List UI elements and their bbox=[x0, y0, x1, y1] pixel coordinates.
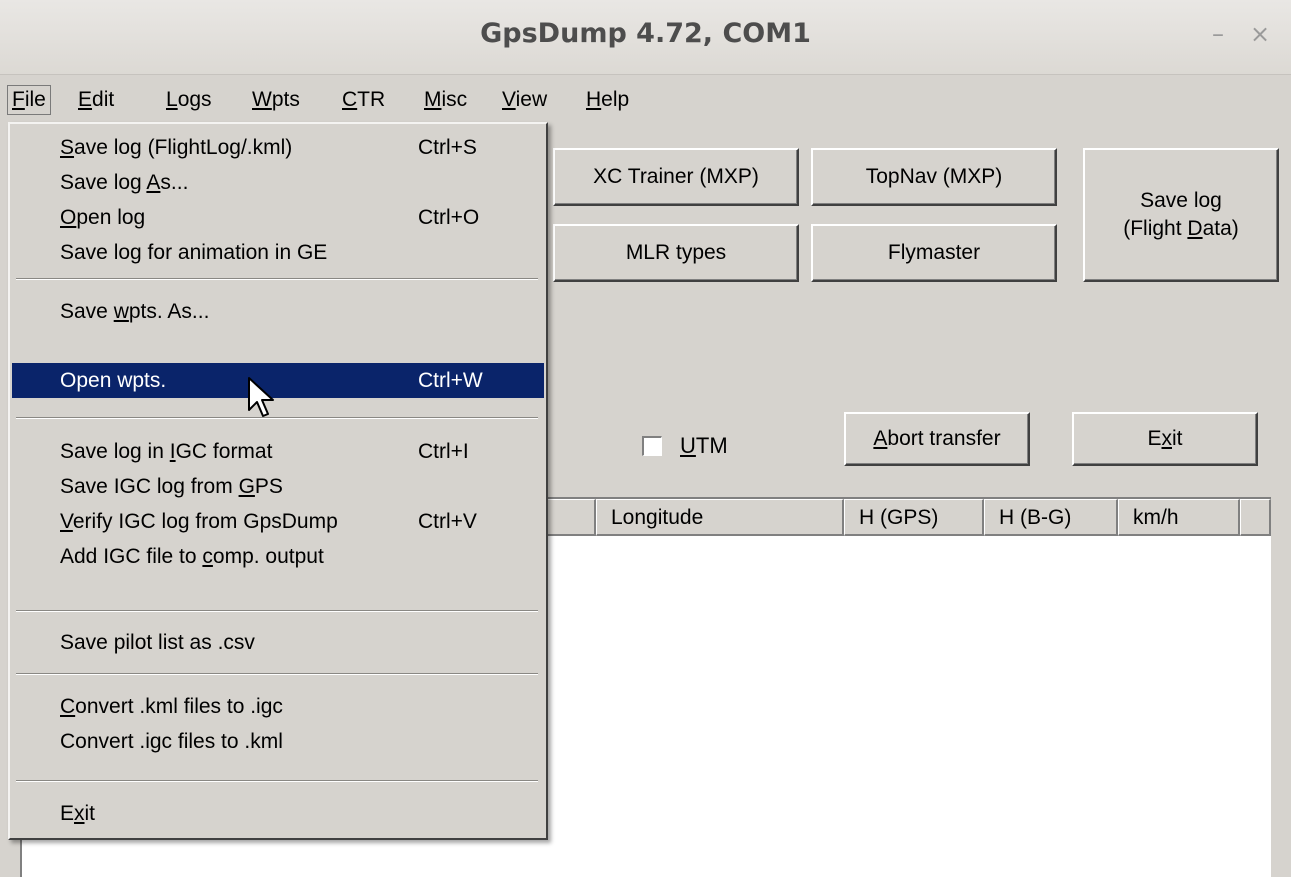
menu-file[interactable]: File bbox=[7, 85, 51, 115]
mouse-pointer-icon bbox=[248, 377, 274, 417]
minimize-button[interactable]: – bbox=[1212, 20, 1224, 48]
menu-separator bbox=[16, 417, 538, 419]
menu-item-save-log-animation[interactable]: Save log for animation in GE bbox=[12, 235, 544, 270]
column-header-filler bbox=[1240, 499, 1271, 536]
menu-item-save-igc-from-gps[interactable]: Save IGC log from GPS bbox=[12, 469, 544, 504]
menu-item-add-igc-comp[interactable]: Add IGC file to comp. output bbox=[12, 539, 544, 574]
title-bar[interactable]: GpsDump 4.72, COM1 – × bbox=[0, 0, 1291, 75]
menu-separator bbox=[16, 278, 538, 280]
menu-misc[interactable]: Misc bbox=[422, 88, 469, 112]
abort-transfer-button[interactable]: Abort transfer bbox=[844, 412, 1030, 466]
save-log-line1: Save log bbox=[1140, 189, 1222, 212]
menu-separator bbox=[16, 780, 538, 782]
exit-button[interactable]: Ex it bbox=[1072, 412, 1258, 466]
menu-bar: File Edit Logs Wpts CTR Misc View Help bbox=[0, 80, 1291, 120]
column-header-longitude[interactable]: Longitude bbox=[596, 499, 844, 536]
menu-item-save-pilot-list[interactable]: Save pilot list as .csv bbox=[12, 625, 544, 660]
menu-view[interactable]: View bbox=[500, 88, 549, 112]
column-header-kmh[interactable]: km/h bbox=[1118, 499, 1240, 536]
close-button[interactable]: × bbox=[1250, 20, 1270, 48]
xc-trainer-button[interactable]: XC Trainer (MXP) bbox=[553, 148, 799, 206]
flymaster-button[interactable]: Flymaster bbox=[811, 224, 1057, 282]
menu-item-save-wpts-as[interactable]: Save wpts. As... bbox=[12, 294, 544, 329]
menu-ctr[interactable]: CTR bbox=[340, 88, 387, 112]
menu-item-exit[interactable]: Exit bbox=[12, 796, 544, 831]
menu-separator bbox=[16, 673, 538, 675]
menu-item-convert-kml-igc[interactable]: Convert .kml files to .igc bbox=[12, 689, 544, 724]
menu-edit[interactable]: Edit bbox=[76, 88, 116, 112]
utm-checkbox[interactable] bbox=[642, 436, 662, 456]
menu-item-save-log-as[interactable]: Save log As... bbox=[12, 165, 544, 200]
column-header-h-gps[interactable]: H (GPS) bbox=[844, 499, 984, 536]
menu-separator bbox=[16, 610, 538, 612]
save-log-flight-data-button[interactable]: Save log (Flight Data) bbox=[1083, 148, 1279, 282]
file-menu-dropdown: Save log (FlightLog/.kml) Ctrl+S Save lo… bbox=[8, 122, 548, 840]
menu-wpts[interactable]: Wpts bbox=[250, 88, 302, 112]
mlr-types-button[interactable]: MLR types bbox=[553, 224, 799, 282]
window-title: GpsDump 4.72, COM1 bbox=[480, 18, 811, 49]
save-log-line2: (Flight Data) bbox=[1123, 217, 1239, 240]
menu-item-verify-igc[interactable]: Verify IGC log from GpsDump Ctrl+V bbox=[12, 504, 544, 539]
menu-item-open-wpts[interactable]: Open wpts. Ctrl+W bbox=[12, 363, 544, 398]
menu-logs[interactable]: Logs bbox=[164, 88, 214, 112]
column-header-h-bg[interactable]: H (B-G) bbox=[984, 499, 1118, 536]
menu-item-save-log-igc[interactable]: Save log in IGC format Ctrl+I bbox=[12, 434, 544, 469]
menu-item-save-log[interactable]: Save log (FlightLog/.kml) Ctrl+S bbox=[12, 130, 544, 165]
menu-item-open-log[interactable]: Open log Ctrl+O bbox=[12, 200, 544, 235]
menu-item-convert-igc-kml[interactable]: Convert .igc files to .kml bbox=[12, 724, 544, 759]
menu-help[interactable]: Help bbox=[584, 88, 631, 112]
topnav-button[interactable]: TopNav (MXP) bbox=[811, 148, 1057, 206]
utm-label: UTM bbox=[680, 433, 728, 458]
utm-checkbox-group[interactable]: UTM bbox=[642, 430, 728, 462]
